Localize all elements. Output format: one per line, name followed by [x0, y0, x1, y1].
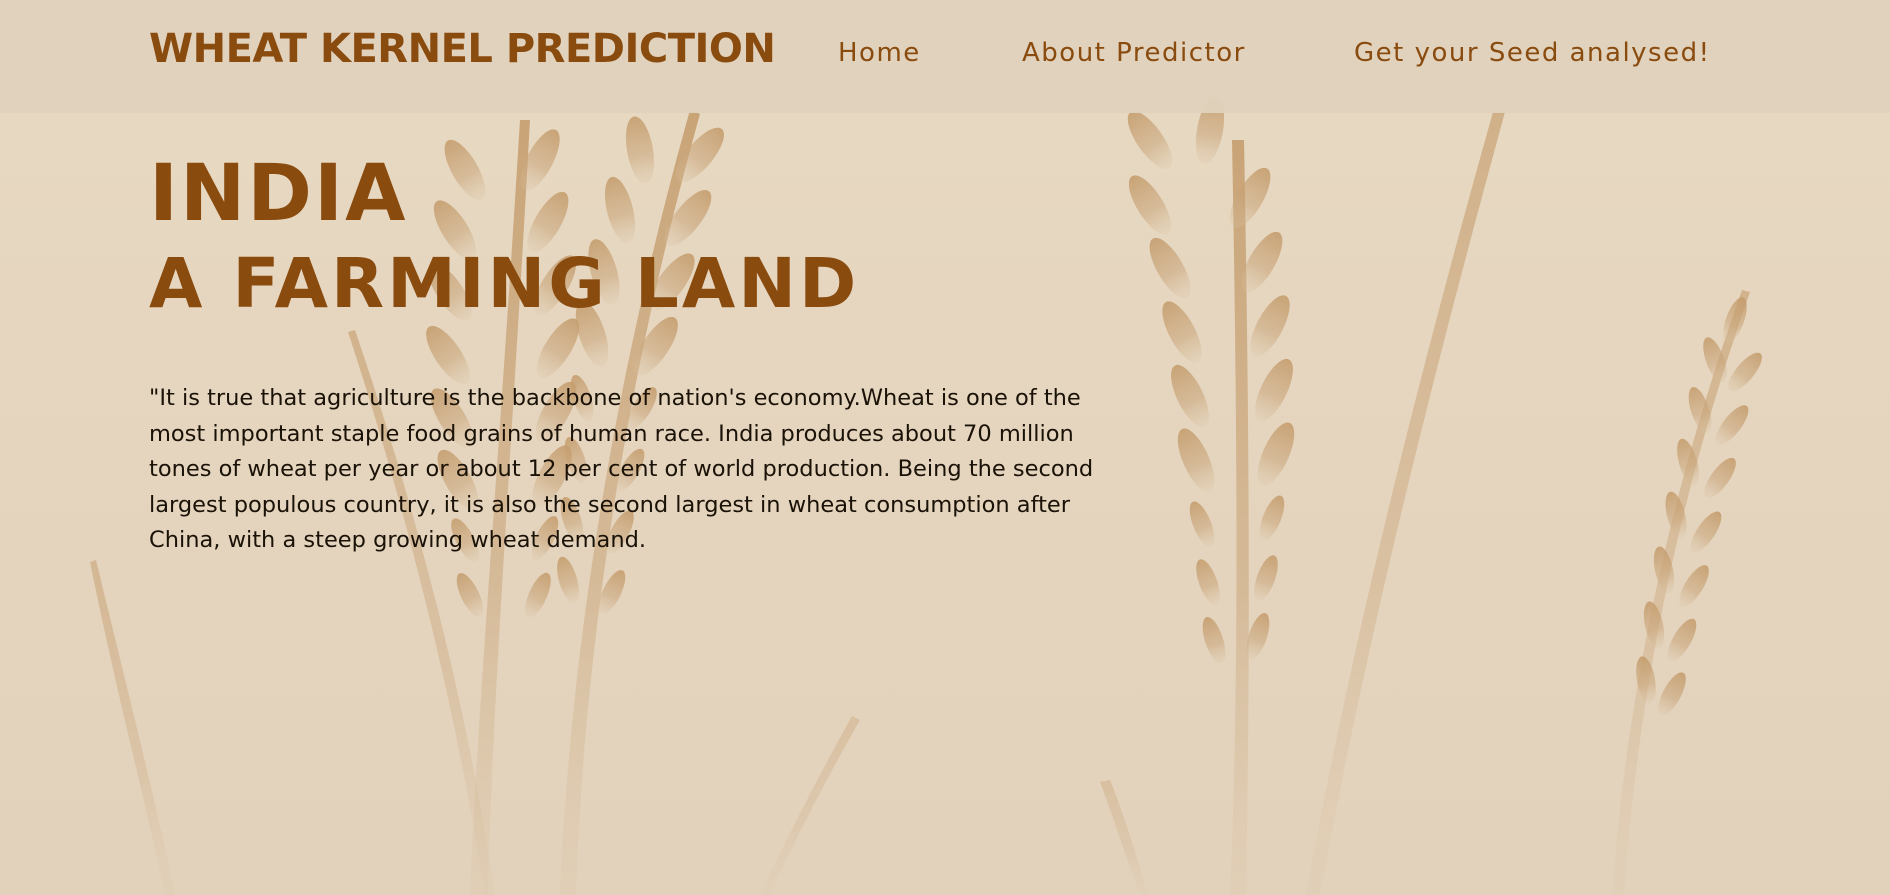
nav-link-about-predictor[interactable]: About Predictor: [1022, 38, 1246, 68]
hero-title: INDIA: [149, 149, 408, 239]
nav-link-get-seed-analysed[interactable]: Get your Seed analysed!: [1354, 38, 1711, 68]
nav-link-home[interactable]: Home: [838, 38, 921, 68]
hero-subtitle: A FARMING LAND: [149, 244, 860, 324]
top-navbar: WHEAT KERNEL PREDICTION Home About Predi…: [0, 0, 1890, 113]
hero-quote: "It is true that agriculture is the back…: [149, 385, 1094, 553]
hero-section: INDIA A FARMING LAND: [149, 148, 859, 328]
brand-title[interactable]: WHEAT KERNEL PREDICTION: [149, 26, 776, 72]
